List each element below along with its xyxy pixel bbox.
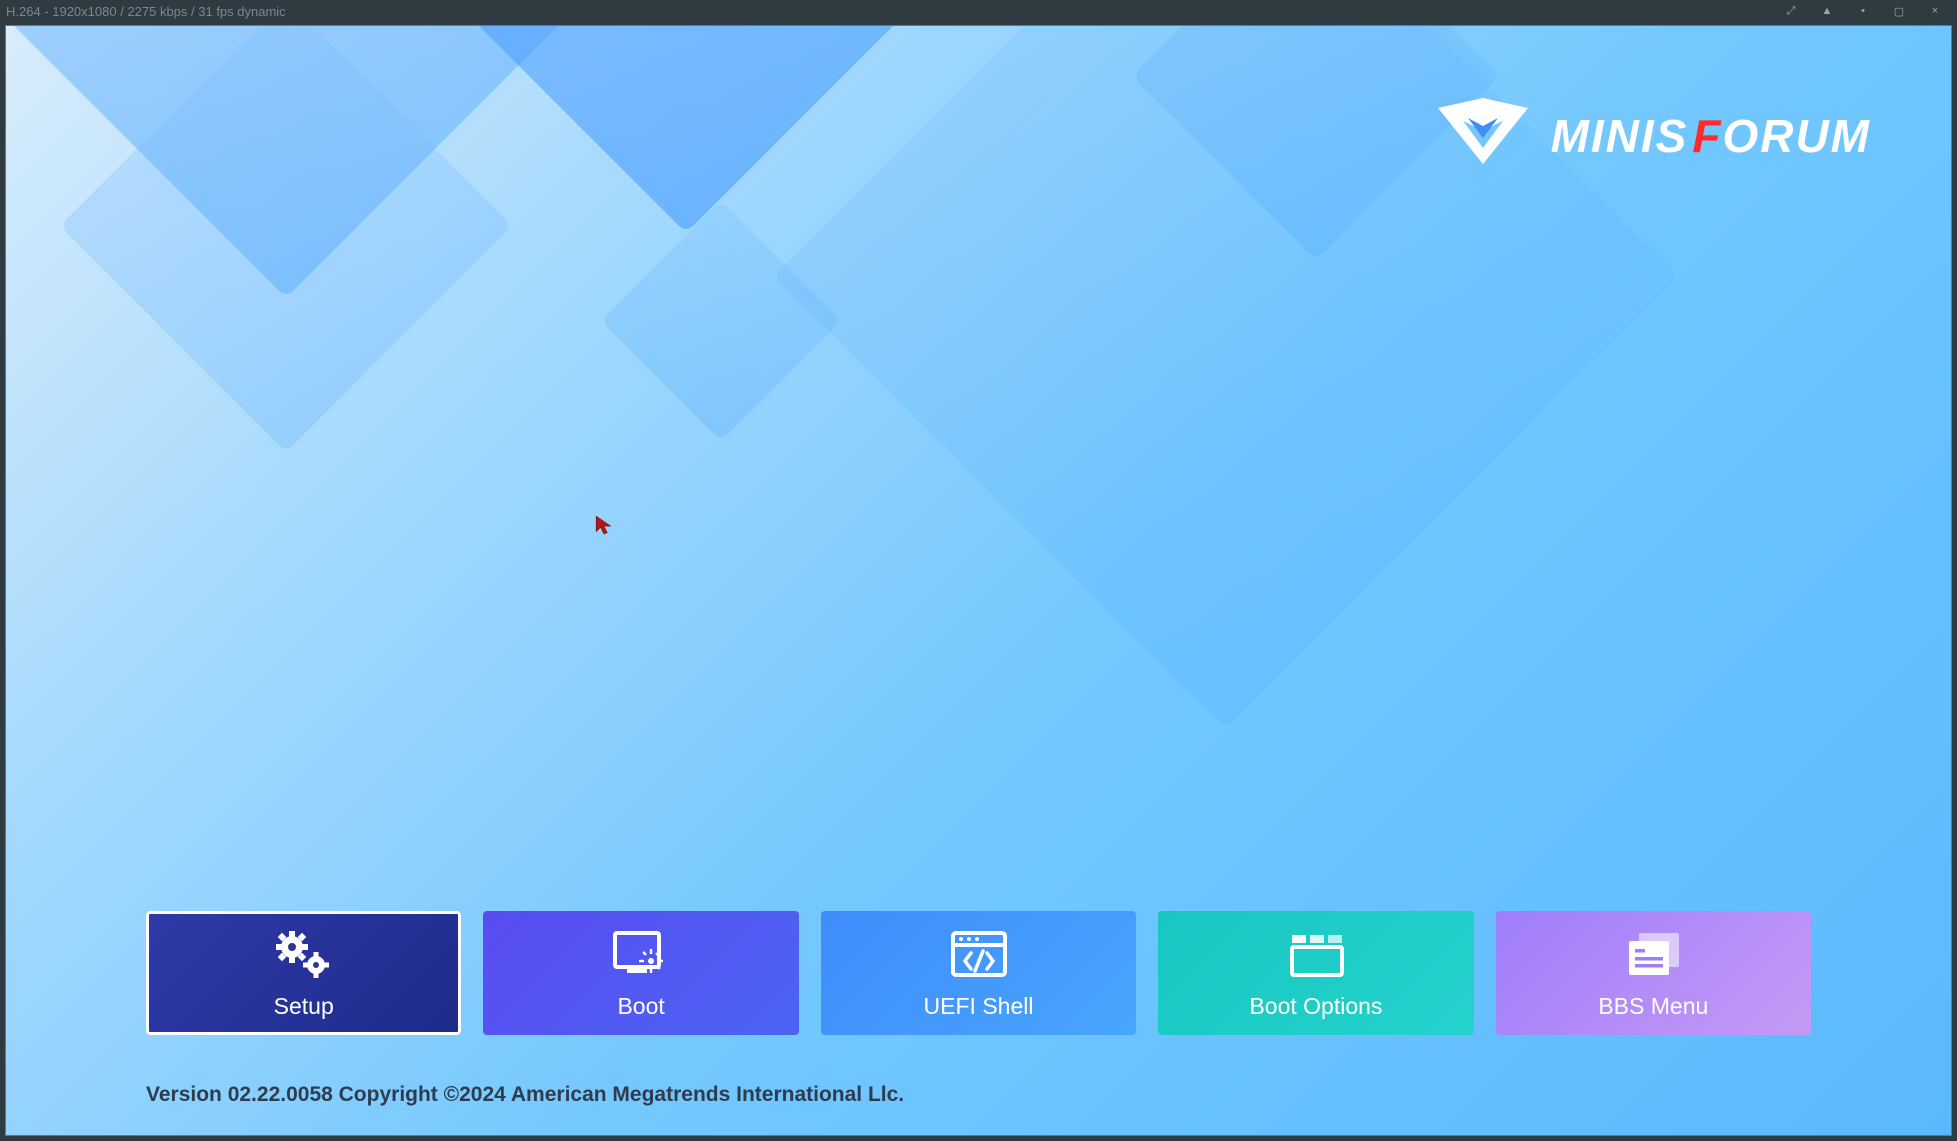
- dot-icon[interactable]: •: [1845, 0, 1881, 22]
- version-footer: Version 02.22.0058 Copyright ©2024 Ameri…: [146, 1083, 904, 1107]
- tile-label: Boot Options: [1249, 993, 1382, 1020]
- logo-shield-icon: [1433, 96, 1533, 176]
- bbs-menu-icon: [1619, 927, 1687, 981]
- brand-text-1: MINIS: [1551, 109, 1689, 163]
- boot-monitor-icon: [607, 927, 675, 981]
- tile-label: BBS Menu: [1598, 993, 1708, 1020]
- tile-uefi-shell[interactable]: UEFI Shell: [821, 911, 1136, 1035]
- gears-icon: [270, 927, 338, 981]
- tile-label: UEFI Shell: [924, 993, 1034, 1020]
- brand-text-f: F: [1692, 109, 1722, 163]
- maximize-icon[interactable]: ▢: [1881, 0, 1917, 22]
- shell-window-icon: [945, 927, 1013, 981]
- tile-bbs-menu[interactable]: BBS Menu: [1496, 911, 1811, 1035]
- brand-name: MINIS F ORUM: [1551, 109, 1871, 163]
- window-title: H.264 - 1920x1080 / 2275 kbps / 31 fps d…: [6, 4, 286, 19]
- bg-cube: [601, 201, 841, 441]
- tile-label: Boot: [617, 993, 664, 1020]
- tile-boot[interactable]: Boot: [483, 911, 798, 1035]
- tile-setup[interactable]: Setup: [146, 911, 461, 1035]
- fullscreen-icon[interactable]: ⤢: [1773, 0, 1809, 22]
- boot-options-icon: [1282, 927, 1350, 981]
- brand-text-2: ORUM: [1722, 109, 1871, 163]
- tile-label: Setup: [274, 993, 334, 1020]
- up-arrow-icon[interactable]: ▲: [1809, 0, 1845, 22]
- bios-screen: MINIS F ORUM: [5, 25, 1952, 1136]
- menu-tiles: Setup: [146, 911, 1811, 1035]
- titlebar: H.264 - 1920x1080 / 2275 kbps / 31 fps d…: [0, 0, 1957, 22]
- titlebar-controls: ⤢ ▲ • ▢ ×: [1773, 0, 1953, 22]
- brand-logo: MINIS F ORUM: [1433, 96, 1871, 176]
- tile-boot-options[interactable]: Boot Options: [1158, 911, 1473, 1035]
- close-icon[interactable]: ×: [1917, 0, 1953, 22]
